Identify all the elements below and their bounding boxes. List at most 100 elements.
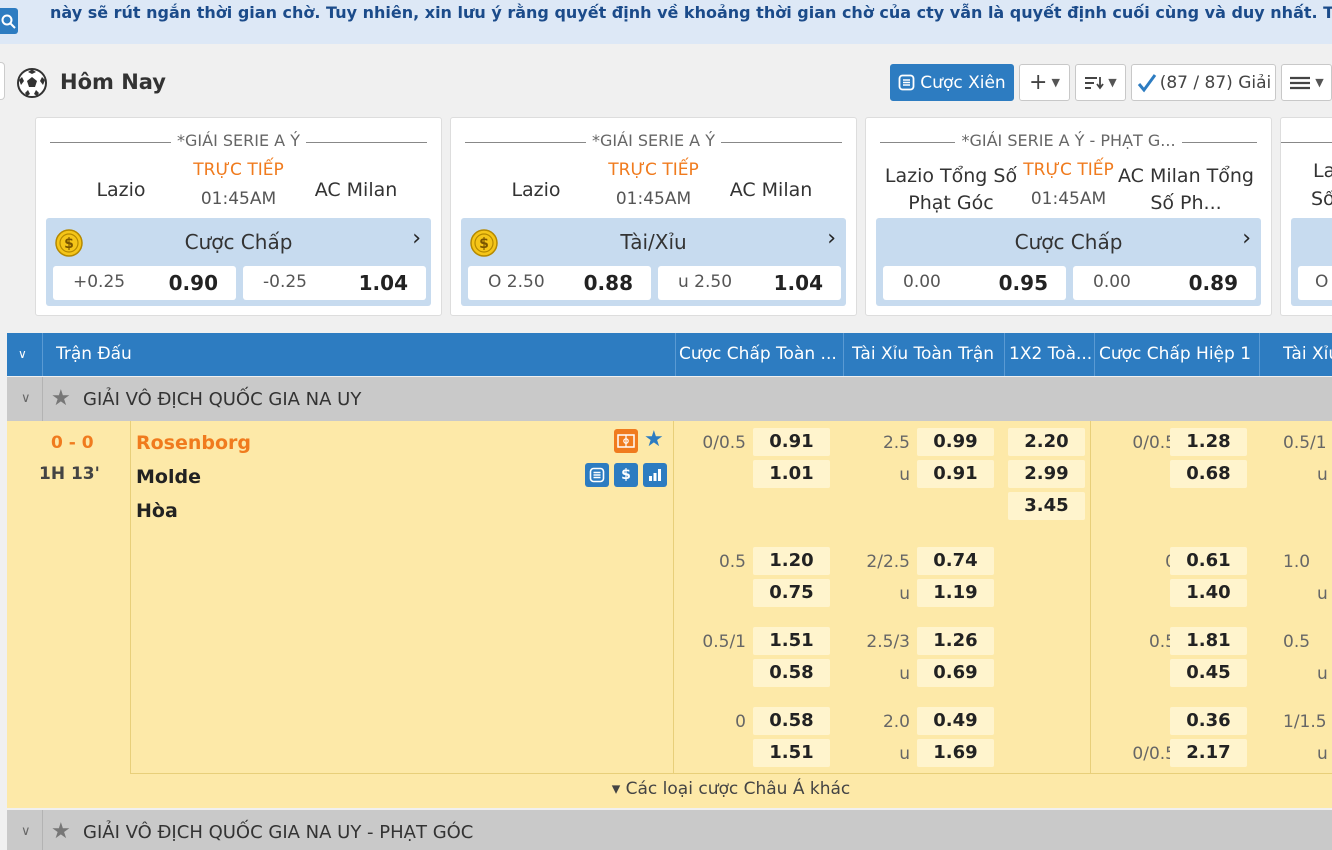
plus-label: + (1029, 70, 1048, 95)
odds-price: 0.90 (168, 271, 218, 295)
handicap-home-odds[interactable]: 1.51 (753, 627, 830, 655)
view-menu-button[interactable]: ▼ (1281, 64, 1332, 101)
odds-button[interactable]: u 2.50 1.04 (658, 266, 841, 300)
left-panel-toggle[interactable] (0, 62, 5, 100)
home-team: Lazio (511, 178, 561, 201)
cashout-dollar-icon[interactable]: $ (614, 463, 638, 487)
draw-label: Hòa (136, 500, 178, 522)
odds-button[interactable]: 0.00 0.89 (1073, 266, 1256, 300)
odds-1x2-draw[interactable]: 3.45 (1008, 492, 1085, 520)
handicap-home-odds[interactable]: 0.58 (753, 707, 830, 735)
notice-bar: này sẽ rút ngắn thời gian chờ. Tuy nhiên… (0, 0, 1332, 44)
handicap-home-odds[interactable]: 0.91 (753, 428, 830, 456)
featured-card-partial[interactable]: La Số O (1280, 117, 1332, 316)
handicap-line: 0/0.5 (702, 433, 746, 453)
card-league: *GIẢI SERIE A Ý (461, 131, 846, 153)
search-button[interactable] (0, 8, 18, 34)
under-odds[interactable]: 0.91 (917, 460, 994, 488)
over-under-line: 2.5 (882, 433, 910, 453)
odds-button[interactable]: +0.25 0.90 (53, 266, 236, 300)
partial-market-panel[interactable]: O (1291, 218, 1332, 306)
column-divider (1090, 421, 1091, 773)
h1-away-odds[interactable]: 0.45 (1170, 659, 1247, 687)
over-odds[interactable]: 1.26 (917, 627, 994, 655)
chevron-right-icon[interactable]: › (827, 226, 836, 251)
market-name: Cược Chấp (1014, 230, 1123, 254)
collapse-chevron-icon[interactable]: ∨ (21, 824, 31, 839)
h1-away-odds[interactable]: 0.68 (1170, 460, 1247, 488)
over-odds[interactable]: 0.74 (917, 547, 994, 575)
market-panel[interactable]: Cược Chấp › 0.00 0.95 0.00 0.89 (876, 218, 1261, 306)
under-odds[interactable]: 1.69 (917, 739, 994, 767)
h1-home-odds[interactable]: 0.36 (1170, 707, 1247, 735)
collapse-chevron-icon[interactable]: ∨ (21, 391, 31, 406)
h1-home-odds[interactable]: 0.61 (1170, 547, 1247, 575)
header-divider (675, 333, 676, 376)
market-panel[interactable]: $ Tài/Xỉu › O 2.50 0.88 u 2.50 1.04 (461, 218, 846, 306)
h1-home-odds[interactable]: 1.81 (1170, 627, 1247, 655)
favorite-star-icon[interactable]: ★ (51, 386, 71, 411)
featured-card[interactable]: *GIẢI SERIE A Ý Lazio TRỰC TIẾP 01:45AM … (35, 117, 442, 316)
odds-line: O 2.50 (488, 272, 545, 292)
odds-1x2-home[interactable]: 2.20 (1008, 428, 1085, 456)
league-name: GIẢI VÔ ĐỊCH QUỐC GIA NA UY (83, 389, 362, 410)
odds-line: +0.25 (73, 272, 126, 292)
home-team[interactable]: Rosenborg (136, 432, 251, 454)
parlay-icon[interactable] (585, 463, 609, 487)
partial-home-team-line2: Số (1311, 188, 1332, 210)
collapse-all-chevron-icon[interactable]: ∨ (18, 333, 27, 376)
away-team[interactable]: Molde (136, 466, 201, 488)
handicap-line: 0.5/1 (702, 632, 746, 652)
partial-odds-line: O (1315, 272, 1329, 292)
chevron-right-icon[interactable]: › (1242, 226, 1251, 251)
parlay-button[interactable]: Cược Xiên (890, 64, 1014, 101)
odds-price: 1.04 (358, 271, 408, 295)
odds-price: 0.95 (998, 271, 1048, 295)
header-divider (1004, 333, 1005, 376)
h1-away-odds[interactable]: 1.40 (1170, 579, 1247, 607)
h1-home-odds[interactable]: 1.28 (1170, 428, 1247, 456)
parlay-glyph-icon (589, 467, 605, 483)
over-odds[interactable]: 0.99 (917, 428, 994, 456)
odds-button[interactable]: O 2.50 0.88 (468, 266, 651, 300)
header-divider (42, 333, 43, 376)
favorite-star-icon[interactable]: ★ (51, 819, 71, 844)
favorite-star-icon[interactable]: ★ (644, 427, 664, 452)
market-panel[interactable]: $ Cược Chấp › +0.25 0.90 -0.25 1.04 (46, 218, 431, 306)
h1-away-odds[interactable]: 2.17 (1170, 739, 1247, 767)
live-field-icon[interactable] (614, 429, 638, 453)
league-row[interactable]: ∨ ★ GIẢI VÔ ĐỊCH QUỐC GIA NA UY (7, 377, 1332, 421)
handicap-home-odds[interactable]: 1.20 (753, 547, 830, 575)
column-divider (130, 421, 131, 773)
under-odds[interactable]: 1.19 (917, 579, 994, 607)
chevron-right-icon[interactable]: › (412, 226, 421, 251)
handicap-away-odds[interactable]: 1.01 (753, 460, 830, 488)
handicap-away-odds[interactable]: 0.75 (753, 579, 830, 607)
odds-button[interactable]: -0.25 1.04 (243, 266, 426, 300)
over-under-line: 2.0 (882, 712, 910, 732)
odds-1x2-away[interactable]: 2.99 (1008, 460, 1085, 488)
row-divider (130, 773, 1332, 774)
more-asian-markets-link[interactable]: ▾ Các loại cược Châu Á khác (130, 779, 1332, 799)
featured-card[interactable]: *GIẢI SERIE A Ý Lazio TRỰC TIẾP 01:45AM … (450, 117, 857, 316)
over-under-line: 2.5/3 (866, 632, 910, 652)
handicap-away-odds[interactable]: 0.58 (753, 659, 830, 687)
partial-league-rule (1281, 142, 1332, 143)
featured-card[interactable]: *GIẢI SERIE A Ý - PHẠT G... Lazio Tổng S… (865, 117, 1272, 316)
league-filter-button[interactable]: (87 / 87) Giải (1131, 64, 1276, 101)
odds-price: 0.88 (583, 271, 633, 295)
under-odds[interactable]: 0.69 (917, 659, 994, 687)
odds-button[interactable]: 0.00 0.95 (883, 266, 1066, 300)
add-button[interactable]: + ▼ (1019, 64, 1070, 101)
away-team: AC Milan Tổng Số Ph... (1118, 165, 1254, 214)
over-odds[interactable]: 0.49 (917, 707, 994, 735)
checkmark-icon (1137, 73, 1156, 92)
statistics-chart-icon[interactable] (643, 463, 667, 487)
away-team: AC Milan (729, 178, 813, 201)
h1-over-under-line: 0.5 (1283, 632, 1311, 652)
handicap-away-odds[interactable]: 1.51 (753, 739, 830, 767)
league-row[interactable]: ∨ ★ GIẢI VÔ ĐỊCH QUỐC GIA NA UY - PHẠT G… (7, 810, 1332, 850)
away-team: AC Milan (314, 178, 398, 201)
sort-button[interactable]: ▼ (1075, 64, 1126, 101)
partial-odds-button[interactable]: O (1298, 266, 1332, 300)
